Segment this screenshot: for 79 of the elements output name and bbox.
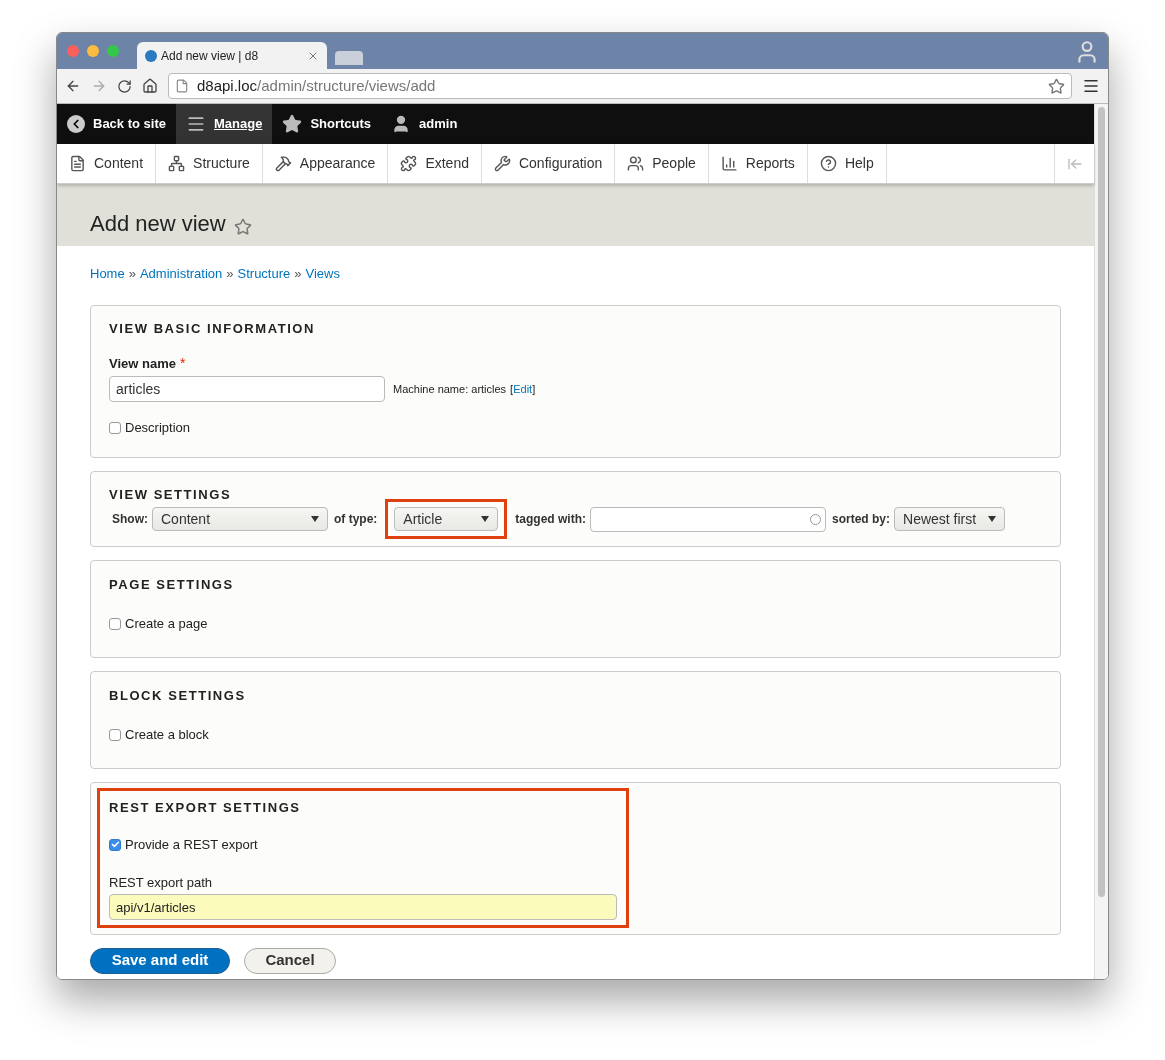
- menu-item[interactable]: Help: [807, 144, 887, 183]
- toolbar-tab[interactable]: Manage: [176, 104, 273, 144]
- checkbox-label: Create a page: [125, 615, 208, 633]
- dropdown[interactable]: Article: [394, 507, 499, 531]
- menu-item[interactable]: Configuration: [481, 144, 616, 183]
- help-icon: [819, 155, 837, 172]
- breadcrumb-link[interactable]: Home: [90, 264, 125, 284]
- checkbox[interactable]: [109, 728, 121, 741]
- breadcrumb-link[interactable]: Structure: [237, 264, 291, 284]
- bracket-text: [: [510, 381, 514, 397]
- bracket-text: ]: [532, 381, 536, 397]
- address-bar[interactable]: d8api.loc/admin/structure/views/add: [168, 73, 1072, 99]
- field-label: REST export path: [109, 873, 214, 892]
- caret-icon: [988, 516, 997, 522]
- section-title: BLOCK SETTINGS: [109, 686, 247, 705]
- view-name-field[interactable]: articles: [109, 376, 385, 402]
- scrollbar[interactable]: [1094, 104, 1108, 979]
- menu-item[interactable]: People: [615, 144, 709, 183]
- reload-icon[interactable]: [117, 78, 132, 94]
- extend-icon: [400, 155, 418, 172]
- required-mark: *: [179, 354, 186, 373]
- structure-icon: [168, 155, 186, 172]
- bookmark-star-icon[interactable]: [1048, 77, 1065, 95]
- checkbox-label: Provide a REST export: [125, 836, 258, 854]
- home-icon[interactable]: [142, 78, 158, 94]
- breadcrumb-link[interactable]: Administration: [139, 264, 223, 284]
- checkbox-label: Description: [125, 419, 191, 437]
- star-icon: [282, 114, 303, 134]
- forward-icon[interactable]: [91, 78, 107, 94]
- star-icon[interactable]: [233, 218, 252, 236]
- breadcrumb-link[interactable]: Views: [305, 264, 340, 284]
- configuration-icon: [493, 155, 511, 172]
- machine-name-text: Machine name: articles: [393, 381, 507, 397]
- cancel-button[interactable]: Cancel: [244, 947, 336, 974]
- field-label: tagged with:: [515, 511, 586, 528]
- url-text: d8api.loc/admin/structure/views/add: [197, 75, 437, 96]
- section-title: REST EXPORT SETTINGS: [109, 798, 302, 817]
- caret-icon: [481, 516, 490, 522]
- menu-item[interactable]: Structure: [156, 144, 263, 183]
- section-title: PAGE SETTINGS: [109, 575, 235, 594]
- dropdown[interactable]: Newest first: [894, 507, 1006, 531]
- save-button[interactable]: Save and edit: [90, 947, 230, 974]
- reports-icon: [720, 155, 738, 172]
- field-label: sorted by:: [832, 511, 891, 528]
- menu-item[interactable]: Reports: [708, 144, 808, 183]
- rest-path-field[interactable]: api/v1/articles: [109, 894, 617, 920]
- checkbox[interactable]: [109, 421, 121, 434]
- checkbox[interactable]: [109, 617, 121, 630]
- breadcrumb-separator: »: [128, 265, 136, 283]
- tags-field[interactable]: [590, 506, 826, 532]
- menu-icon: [186, 114, 206, 134]
- breadcrumb-separator: »: [226, 265, 234, 283]
- menu-item[interactable]: Appearance: [262, 144, 389, 183]
- browser-tab[interactable]: Add new view | d8: [137, 42, 327, 69]
- page-icon: [175, 79, 189, 93]
- menu-item[interactable]: Extend: [388, 144, 482, 183]
- toolbar-tab[interactable]: Shortcuts: [272, 104, 382, 144]
- page-title: Add new view: [90, 210, 226, 238]
- people-icon: [627, 155, 645, 172]
- tab-title: Add new view | d8: [161, 47, 260, 65]
- menu-item[interactable]: Content: [57, 144, 157, 183]
- appearance-icon: [274, 155, 292, 172]
- checkbox[interactable]: [109, 838, 121, 851]
- dropdown[interactable]: Content: [152, 507, 328, 531]
- content-icon: [69, 155, 86, 172]
- field-label: View name: [109, 354, 176, 373]
- breadcrumb-separator: »: [294, 265, 302, 283]
- minimize-window-icon[interactable]: [87, 45, 99, 57]
- field-label: of type:: [334, 511, 378, 528]
- checkbox-label: Create a block: [125, 726, 209, 744]
- menu-icon[interactable]: [1082, 77, 1100, 95]
- back-icon[interactable]: [65, 78, 81, 94]
- toolbar-tab[interactable]: admin: [381, 104, 468, 144]
- maximize-window-icon[interactable]: [107, 45, 119, 57]
- section-title: VIEW BASIC INFORMATION: [109, 319, 316, 338]
- caret-icon: [311, 516, 319, 522]
- toolbar-tab[interactable]: Back to site: [57, 104, 176, 144]
- section-title: VIEW SETTINGS: [109, 485, 233, 504]
- field-label: Show:: [112, 511, 148, 528]
